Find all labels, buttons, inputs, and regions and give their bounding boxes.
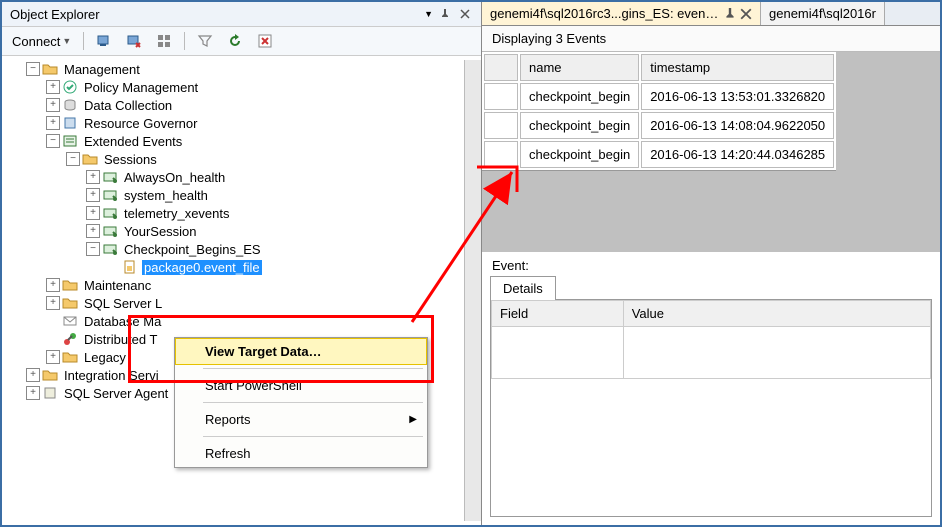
col-field[interactable]: Field: [492, 301, 624, 327]
menu-start-powershell[interactable]: Start PowerShell: [175, 372, 427, 399]
tree-node-extended-events[interactable]: −Extended Events: [4, 132, 464, 150]
menu-separator: [203, 436, 423, 437]
menu-reports[interactable]: Reports▶: [175, 406, 427, 433]
tree-node-dbmail[interactable]: Database Ma: [4, 312, 464, 330]
tab-details[interactable]: Details: [490, 276, 556, 300]
event-row[interactable]: checkpoint_begin2016-06-13 13:53:01.3326…: [484, 83, 834, 110]
menu-separator: [203, 402, 423, 403]
col-name[interactable]: name: [520, 54, 639, 81]
object-explorer-toolbar: Connect▼: [2, 27, 481, 56]
tree-node-alwayson[interactable]: +AlwaysOn_health: [4, 168, 464, 186]
events-count-label: Displaying 3 Events: [482, 26, 940, 52]
menu-separator: [203, 368, 423, 369]
tab-close-icon[interactable]: [740, 8, 752, 20]
pin-icon[interactable]: [437, 6, 453, 22]
tree-node-policy[interactable]: +Policy Management: [4, 78, 464, 96]
connect-button[interactable]: Connect▼: [8, 32, 75, 51]
close-icon[interactable]: [457, 6, 473, 22]
document-tab-bar: genemi4f\sql2016rc3...gins_ES: event_fil…: [482, 2, 940, 26]
tree-node-package0-eventfile[interactable]: package0.event_file: [4, 258, 464, 276]
stop-icon[interactable]: [253, 31, 277, 51]
tree-node-sqlserver-logs[interactable]: +SQL Server L: [4, 294, 464, 312]
tab-event-file[interactable]: genemi4f\sql2016rc3...gins_ES: event_fil…: [482, 2, 761, 25]
dropdown-icon[interactable]: ▼: [424, 9, 433, 19]
tree-node-yoursession[interactable]: +YourSession: [4, 222, 464, 240]
events-grid[interactable]: name timestamp checkpoint_begin2016-06-1…: [482, 52, 940, 252]
submenu-arrow-icon: ▶: [409, 414, 417, 425]
pane-title: Object Explorer: [10, 7, 424, 22]
tree-node-datacollection[interactable]: +Data Collection: [4, 96, 464, 114]
tree-scrollbar[interactable]: [464, 60, 481, 521]
filter-icon[interactable]: [193, 31, 217, 51]
event-row[interactable]: checkpoint_begin2016-06-13 14:08:04.9622…: [484, 112, 834, 139]
refresh-icon[interactable]: [223, 31, 247, 51]
event-row[interactable]: checkpoint_begin2016-06-13 14:20:44.0346…: [484, 141, 834, 168]
menu-view-target-data[interactable]: View Target Data…: [175, 338, 427, 365]
toolbar-icon-1[interactable]: [92, 31, 116, 51]
tree-node-telemetry[interactable]: +telemetry_xevents: [4, 204, 464, 222]
menu-refresh[interactable]: Refresh: [175, 440, 427, 467]
row-header-blank: [484, 54, 518, 81]
details-tabstrip: Details: [482, 275, 940, 299]
tree-node-management[interactable]: −Management: [4, 60, 464, 78]
context-menu: View Target Data… Start PowerShell Repor…: [174, 337, 428, 468]
col-value[interactable]: Value: [623, 301, 930, 327]
object-explorer-title-bar: Object Explorer ▼: [2, 2, 481, 27]
col-timestamp[interactable]: timestamp: [641, 54, 834, 81]
event-details-grid[interactable]: Field Value: [490, 299, 932, 517]
tree-node-maintenance[interactable]: +Maintenanc: [4, 276, 464, 294]
tree-node-resource-governor[interactable]: +Resource Governor: [4, 114, 464, 132]
toolbar-icon-3[interactable]: [152, 31, 176, 51]
toolbar-icon-2[interactable]: [122, 31, 146, 51]
tab-other[interactable]: genemi4f\sql2016r: [761, 2, 885, 25]
event-label: Event:: [482, 252, 940, 275]
tree-node-systemhealth[interactable]: +system_health: [4, 186, 464, 204]
tab-pin-icon[interactable]: [724, 8, 736, 20]
tree-node-checkpoint-begins[interactable]: −Checkpoint_Begins_ES: [4, 240, 464, 258]
tree-node-sessions[interactable]: −Sessions: [4, 150, 464, 168]
